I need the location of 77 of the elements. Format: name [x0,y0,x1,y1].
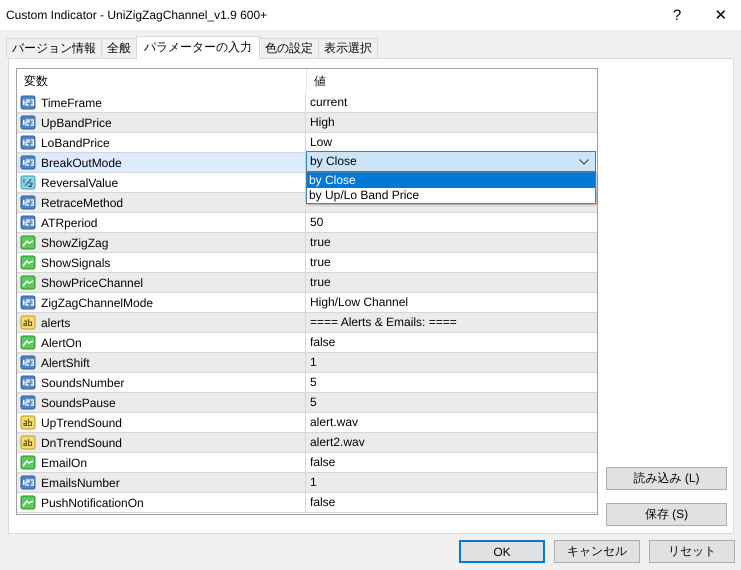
parameter-value[interactable]: High [310,115,335,129]
tab[interactable]: パラメーターの入力 [136,36,260,59]
parameter-name: AlertOn [41,336,82,350]
parameter-value[interactable]: 5 [310,375,317,389]
help-button[interactable]: ? [663,6,691,24]
numeric-icon [20,395,36,410]
parameter-value[interactable]: 1 [310,475,317,489]
side-button[interactable]: 読み込み (L) [606,467,727,490]
parameter-name: ReversalValue [41,176,118,190]
parameter-name: ShowPriceChannel [41,276,144,290]
tab[interactable]: バージョン情報 [6,38,102,58]
parameter-value[interactable]: false [310,455,336,469]
parameter-name: TimeFrame [41,96,102,110]
parameter-value[interactable]: false [310,335,336,349]
parameter-name: BreakOutMode [41,156,122,170]
numeric-icon [20,355,36,370]
chart-icon [20,275,36,290]
tab[interactable]: 表示選択 [318,38,378,58]
chart-icon [20,235,36,250]
parameter-name: SoundsPause [41,396,116,410]
parameter-value[interactable]: true [310,235,331,249]
parameter-value[interactable]: alert2.wav [310,435,365,449]
parameter-name: ZigZagChannelMode [41,296,154,310]
parameter-name: LoBandPrice [41,136,110,150]
parameter-name: UpTrendSound [41,416,122,430]
parameter-name: ATRperiod [41,216,98,230]
parameter-name: DnTrendSound [41,436,122,450]
chart-icon [20,495,36,510]
chart-icon [20,335,36,350]
numeric-icon [20,135,36,150]
parameter-name: alerts [41,316,70,330]
text-icon [20,415,36,430]
fraction-icon [20,175,36,190]
chart-icon [20,255,36,270]
parameter-value[interactable]: true [310,255,331,269]
window-title: Custom Indicator - UniZigZagChannel_v1.9 600+ [6,8,268,22]
chevron-down-icon [579,158,589,164]
parameter-name: UpBandPrice [41,116,112,130]
parameter-value[interactable]: Low [310,135,332,149]
parameter-value[interactable]: 1 [310,355,317,369]
close-button[interactable]: ✕ [707,6,735,24]
dropdown-option[interactable]: by Close [307,173,595,188]
parameter-name: EmailOn [41,456,88,470]
numeric-icon [20,115,36,130]
parameter-value[interactable]: ==== Alerts & Emails: ==== [310,315,457,329]
column-header[interactable]: 変数 [17,69,306,93]
parameter-value[interactable]: 50 [310,215,324,229]
chart-icon [20,455,36,470]
numeric-icon [20,375,36,390]
parameter-value[interactable]: 5 [310,395,317,409]
dialog-button[interactable]: OK [459,540,545,563]
numeric-icon [20,195,36,210]
parameter-name: RetraceMethod [41,196,124,210]
column-header[interactable]: 値 [306,69,597,93]
numeric-icon [20,155,36,170]
parameter-name: ShowSignals [41,256,110,270]
parameter-value[interactable]: High/Low Channel [310,295,408,309]
parameter-name: SoundsNumber [41,376,124,390]
parameter-value[interactable]: false [310,495,336,509]
numeric-icon [20,215,36,230]
text-icon [20,315,36,330]
parameter-value[interactable]: alert.wav [310,415,358,429]
combo-box[interactable]: by Close [306,151,596,172]
parameter-name: AlertShift [41,356,90,370]
text-icon [20,435,36,450]
parameter-value[interactable]: current [310,95,348,109]
side-button[interactable]: 保存 (S) [606,503,727,526]
numeric-icon [20,475,36,490]
parameter-name: PushNotificationOn [41,496,144,510]
dropdown-option[interactable]: by Up/Lo Band Price [307,188,595,203]
parameter-name: EmailsNumber [41,476,120,490]
dialog-button[interactable]: リセット [649,540,735,563]
parameter-name: ShowZigZag [41,236,108,250]
parameter-value[interactable]: true [310,275,331,289]
dialog-button[interactable]: キャンセル [554,540,640,563]
numeric-icon [20,95,36,110]
numeric-icon [20,295,36,310]
